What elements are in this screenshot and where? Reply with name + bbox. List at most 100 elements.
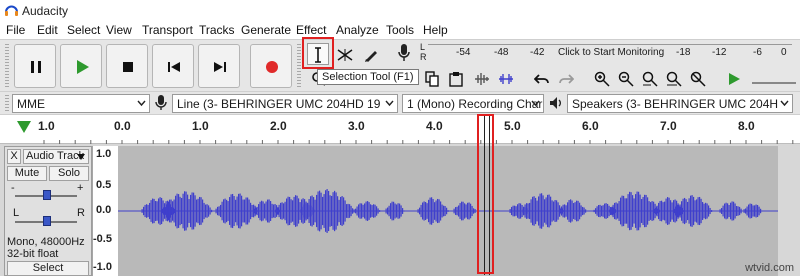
select-track-button[interactable]: Select [7,261,89,276]
silence-icon [499,74,513,84]
gain-minus-label: - [11,182,15,194]
record-icon [266,61,278,73]
redo-button[interactable] [554,67,576,89]
timeline-tick: 8.0 [738,119,755,133]
zoom-in-button[interactable] [590,67,612,89]
menu-generate[interactable]: Generate [241,23,291,37]
skip-to-end-icon [214,62,226,72]
skip-to-start-button[interactable] [152,44,194,88]
microphone-icon[interactable] [397,43,411,66]
draw-tool-button[interactable] [359,43,381,65]
play-at-speed-button[interactable] [722,67,744,89]
timeline-tick: 7.0 [660,119,677,133]
pencil-icon [365,51,377,62]
trim-audio-button[interactable] [470,67,492,89]
recording-device-select[interactable]: Line (3- BEHRINGER UMC 204HD 19 [172,94,398,113]
toolbar-grip[interactable] [5,44,9,88]
cut-button[interactable] [420,67,442,89]
stop-icon [123,62,133,72]
meter-scale-line [428,44,792,45]
audio-host-select[interactable]: MME [12,94,150,113]
recording-device-mic-icon [154,94,168,115]
meter-left-channel-label: L [420,42,426,52]
menu-select[interactable]: Select [67,23,100,37]
timeline-ruler[interactable]: 1.0 0.0 1.0 2.0 3.0 4.0 5.0 6.0 7.0 8.0 [0,114,800,144]
device-toolbar: MME Line (3- BEHRINGER UMC 204HD 19 1 (M… [0,91,800,114]
meter-tick: -42 [530,47,545,58]
menu-tracks[interactable]: Tracks [199,23,235,37]
track-menu-button[interactable]: Audio Track [23,149,89,164]
stop-button[interactable] [106,44,148,88]
meter-tick: -48 [494,47,509,58]
vertical-ruler-label: 0.5 [96,179,112,191]
track-rate-info: Mono, 48000Hz [7,236,85,248]
recording-channels-value: 1 (Mono) Recording Char [407,97,543,111]
undo-button[interactable] [530,67,552,89]
silence-audio-button[interactable] [494,67,516,89]
zoom-out-icon [618,71,634,87]
chevron-down-icon [780,100,789,107]
menu-help[interactable]: Help [423,23,448,37]
menu-effect[interactable]: Effect [296,23,326,37]
menu-file[interactable]: File [6,23,25,37]
audio-host-value: MME [17,97,45,111]
menu-tools[interactable]: Tools [386,23,414,37]
vertical-ruler[interactable]: 1.0 0.5 0.0 -0.5 -1.0 [92,146,118,276]
title-bar: Audacity [0,0,800,22]
timeline-tick: 1.0 [38,119,55,133]
solo-button[interactable]: Solo [49,166,89,181]
menu-transport[interactable]: Transport [142,23,193,37]
timeline-tick: 5.0 [504,119,521,133]
clipboard-icon [449,72,463,87]
timeline-tick: 2.0 [270,119,287,133]
recording-channels-select[interactable]: 1 (Mono) Recording Char [402,94,544,113]
play-button[interactable] [60,44,102,88]
play-at-speed-icon [729,73,740,85]
copy-icon [425,71,439,87]
waveform-display[interactable] [118,146,778,276]
zoom-out-button[interactable] [614,67,636,89]
meter-tick: -6 [753,47,762,58]
close-track-button[interactable]: X [7,149,21,164]
menu-view[interactable]: View [106,23,132,37]
envelope-tool-button[interactable] [333,43,355,65]
playback-speed-slider[interactable] [752,82,796,84]
speaker-icon [548,95,564,114]
chevron-down-icon [385,100,394,107]
pause-button[interactable] [14,44,56,88]
fit-project-button[interactable] [662,67,684,89]
start-monitoring-label[interactable]: Click to Start Monitoring [558,47,664,58]
window-title: Audacity [22,4,69,18]
gain-slider-thumb[interactable] [43,190,51,200]
record-button[interactable] [250,44,292,88]
meter-tick: -18 [676,47,691,58]
fit-selection-button[interactable] [638,67,660,89]
device-toolbar-grip[interactable] [5,95,9,112]
pause-icon [31,61,41,73]
cursor-highlight [477,114,494,274]
menu-bar: File Edit Select View Transport Tracks G… [0,22,800,39]
vertical-ruler-label: -0.5 [93,233,112,245]
tools-grip[interactable] [297,44,301,88]
timeline-tick: 3.0 [348,119,365,133]
redo-icon [559,74,574,84]
menu-edit[interactable]: Edit [37,23,58,37]
fit-project-icon [666,71,682,87]
track-name: Audio Track [26,150,85,162]
selection-tool-highlight [302,37,334,69]
trim-icon [475,73,489,85]
gain-plus-label: + [77,182,84,194]
meter-tick: -54 [456,47,471,58]
mute-button[interactable]: Mute [7,166,47,181]
pan-slider-thumb[interactable] [43,216,51,226]
vertical-ruler-label: -1.0 [93,261,112,273]
fit-selection-icon [642,71,658,87]
zoom-toggle-button[interactable] [686,67,708,89]
track-format-info: 32-bit float [7,248,59,260]
menu-analyze[interactable]: Analyze [336,23,379,37]
paste-button[interactable] [444,67,466,89]
meter-right-channel-label: R [420,52,427,62]
undo-icon [534,74,549,84]
skip-to-end-button[interactable] [198,44,240,88]
playback-device-select[interactable]: Speakers (3- BEHRINGER UMC 204H [567,94,793,113]
